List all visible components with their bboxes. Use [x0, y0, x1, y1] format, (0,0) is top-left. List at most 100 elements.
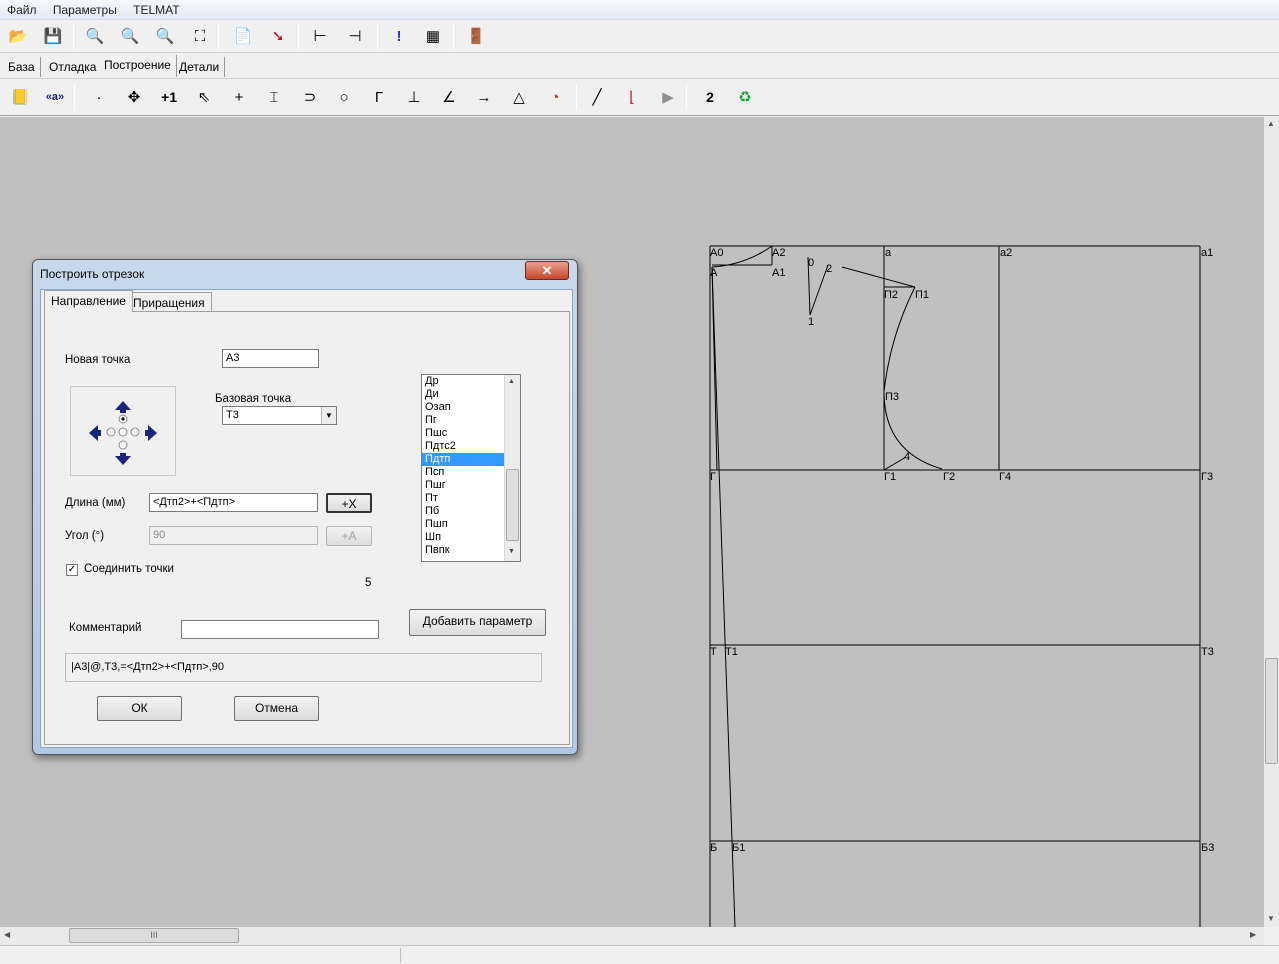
point-label: Б1 [732, 842, 746, 854]
arc-point-icon[interactable]: ⊃ [297, 84, 323, 110]
cross-icon[interactable]: + [226, 84, 252, 110]
list-item[interactable]: Озап [422, 401, 504, 414]
palette-icon[interactable]: ▦ [420, 23, 446, 49]
list-item[interactable]: Др [422, 375, 504, 388]
eye-point-icon[interactable]: «a» [42, 84, 68, 110]
circle-arc-icon[interactable]: ◔ [542, 84, 568, 110]
menu-parameters[interactable]: Параметры [46, 0, 123, 17]
open-folder-icon[interactable]: 📂 [5, 23, 31, 49]
list-item[interactable]: Пшг [422, 479, 504, 492]
formula-box: |А3|@,Т3,=<Дтп2>+<Пдтп>,90 [65, 653, 542, 682]
build-segment-dialog: Построить отрезок ✕ Направление Приращен… [32, 259, 578, 755]
plus-one-icon[interactable]: +1 [156, 84, 182, 110]
list-item[interactable]: Ди [422, 388, 504, 401]
point-label: Г2 [943, 471, 956, 483]
move-icon[interactable]: ✥ [121, 84, 147, 110]
number-two-icon[interactable]: 2 [697, 84, 723, 110]
tab-postroenie[interactable]: Построение [99, 55, 177, 77]
notes-icon[interactable]: 📒 [7, 84, 33, 110]
status-divider [400, 948, 401, 963]
toolbar-separator [218, 23, 219, 49]
scroll-left-icon[interactable]: ◀ [4, 930, 10, 939]
chevron-down-icon[interactable]: ▼ [321, 407, 336, 424]
circle-point-icon[interactable]: ○ [331, 84, 357, 110]
intersect-icon[interactable]: ⌶ [261, 84, 287, 110]
recycle-icon[interactable]: ♻ [732, 84, 758, 110]
angle-icon[interactable]: ∠ [436, 84, 462, 110]
list-item[interactable]: Пшс [422, 427, 504, 440]
length-input[interactable]: <Дтп2>+<Пдтп> [149, 493, 318, 512]
ruler-icon[interactable]: ⊢ [307, 23, 333, 49]
list-item[interactable]: Пт [422, 492, 504, 505]
connect-checkbox[interactable]: ✓ [66, 564, 78, 576]
dot-icon[interactable]: · [86, 84, 112, 110]
main-toolbar: 📂 💾 🔍 🔍 🔍 ⛶ 📄 ➘ ⊢ ⊣! ▦ 🚪 [0, 21, 1279, 53]
list-item[interactable]: Пвпк [422, 544, 504, 557]
vertical-scrollbar[interactable]: ▲ ▼ [1264, 117, 1279, 927]
exit-door-icon[interactable]: 🚪 [463, 23, 489, 49]
corner-icon[interactable]: Γ [366, 84, 392, 110]
zoom-in-icon[interactable]: 🔍 [117, 23, 143, 49]
fit-window-icon[interactable]: ⛶ [187, 23, 213, 49]
toolbar-separator [686, 84, 687, 110]
list-item[interactable]: Пдтп [422, 453, 504, 466]
document-icon[interactable]: 📄 [230, 23, 256, 49]
pointer-red-icon[interactable]: ➘ [265, 23, 291, 49]
angle-input[interactable]: 90 [149, 526, 318, 545]
measure-icon[interactable]: ⊣ [342, 23, 368, 49]
scroll-down-icon[interactable]: ▼ [508, 548, 515, 555]
menu-telmat[interactable]: TELMAT [126, 0, 185, 17]
mode-tabs: База Отладка Построение Детали [0, 55, 1279, 77]
parameter-list[interactable]: Др Ди Озап Пг Пшс Пдтс2 Пдтп Псп Пшг Пт Пб Пшп Шп Пвп… [421, 374, 521, 562]
list-item[interactable]: Пшп [422, 518, 504, 531]
comment-input[interactable] [181, 620, 379, 639]
list-scroll-thumb[interactable] [506, 469, 519, 541]
scroll-down-icon[interactable]: ▼ [1267, 914, 1275, 923]
list-item[interactable]: Шп [422, 531, 504, 544]
toolbar-separator [576, 84, 577, 110]
tab-baza[interactable]: База [3, 57, 41, 77]
tab-increments[interactable]: Приращения [126, 292, 212, 311]
direction-pad[interactable] [70, 386, 176, 476]
exclamation-icon[interactable]: ! [386, 23, 412, 49]
list-scrollbar[interactable]: ▲ ▼ [504, 375, 520, 561]
connect-label: Соединить точки [84, 563, 174, 575]
hscroll-thumb[interactable]: III [69, 928, 239, 943]
tab-detali[interactable]: Детали [174, 57, 226, 77]
point-label: Т3 [1201, 646, 1214, 658]
add-parameter-button[interactable]: Добавить параметр [409, 609, 546, 636]
curve-icon[interactable]: ⌊ [619, 84, 645, 110]
scroll-right-icon[interactable]: ▶ [1250, 930, 1256, 939]
scroll-thumb[interactable] [1265, 658, 1278, 764]
list-item[interactable]: Пдтс2 [422, 440, 504, 453]
tab-direction[interactable]: Направление [44, 290, 133, 312]
close-icon[interactable]: ✕ [525, 261, 569, 280]
point-label: а [885, 247, 892, 259]
point-label: А0 [710, 247, 724, 259]
toolbar-separator [453, 23, 454, 49]
save-icon[interactable]: 💾 [40, 23, 66, 49]
perpendicular-icon[interactable]: ⊥ [401, 84, 427, 110]
list-item[interactable]: Псп [422, 466, 504, 479]
arrow-icon[interactable]: → [471, 84, 497, 110]
tab-otladka[interactable]: Отладка [44, 57, 103, 77]
select-icon[interactable]: ⇖ [191, 84, 217, 110]
toolbar-separator [74, 84, 75, 110]
length-insert-button[interactable]: +X [326, 493, 372, 513]
horizontal-scrollbar[interactable]: ◀ III ▶ [0, 927, 1264, 945]
menu-file[interactable]: Файл [0, 0, 43, 17]
base-point-select[interactable]: Т3 ▼ [222, 406, 337, 425]
cancel-button[interactable]: Отмена [234, 696, 319, 721]
new-point-input[interactable]: А3 [222, 349, 319, 368]
line-icon[interactable]: ╱ [584, 84, 610, 110]
scroll-up-icon[interactable]: ▲ [508, 378, 515, 385]
scroll-up-icon[interactable]: ▲ [1267, 119, 1275, 128]
list-item[interactable]: Пг [422, 414, 504, 427]
ok-button[interactable]: ОК [97, 696, 182, 721]
play-icon[interactable]: ▶ [655, 84, 681, 110]
list-item[interactable]: Пб [422, 505, 504, 518]
zoom-icon[interactable]: 🔍 [152, 23, 178, 49]
zoom-out-icon[interactable]: 🔍 [82, 23, 108, 49]
triangle-icon[interactable]: △ [506, 84, 532, 110]
angle-insert-button[interactable]: +A [326, 526, 372, 546]
